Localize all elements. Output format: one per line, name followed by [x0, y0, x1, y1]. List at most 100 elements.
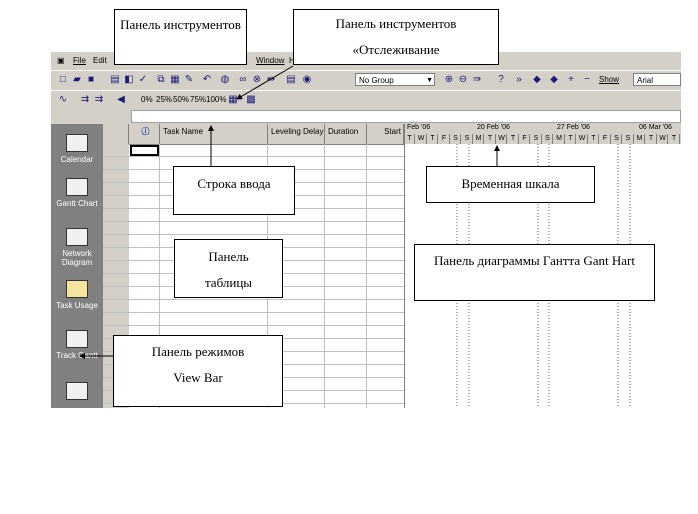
print-icon[interactable]: ▤: [109, 74, 121, 86]
timescale-week: 27 Feb '06: [557, 124, 590, 131]
view-gantt-chart-label: Gantt Chart: [56, 199, 98, 208]
column-leveling-delay[interactable]: Leveling Delay: [268, 124, 325, 144]
arrow-right-icon[interactable]: ◆: [548, 74, 560, 86]
column-start[interactable]: Start: [367, 124, 404, 144]
font-select[interactable]: Arial: [633, 73, 681, 86]
new-icon[interactable]: □: [57, 74, 69, 86]
timescale-day: F: [520, 134, 530, 144]
column-task-name[interactable]: Task Name: [160, 124, 268, 144]
timescale-week: 20 Feb '06: [477, 124, 510, 131]
link-tasks-icon[interactable]: ∞: [237, 74, 249, 86]
view-bar: Calendar Gantt Chart Network Diagram Tas…: [51, 124, 103, 408]
callout-table-panel: Панель таблицы: [174, 239, 283, 298]
project-statistics-icon[interactable]: ∿: [57, 94, 69, 106]
twenty-five-percent-button[interactable]: 25%: [156, 95, 172, 104]
group-select-value: No Group: [359, 76, 394, 85]
column-divider: [366, 144, 367, 408]
add-progress-line-icon[interactable]: ◀: [115, 94, 127, 106]
view-gantt-chart[interactable]: Gantt Chart: [51, 178, 103, 208]
reschedule-work-icon[interactable]: ⇉: [93, 94, 105, 106]
timescale-week: Feb '06: [407, 124, 431, 131]
view-tracking-gantt-label: Track Gantt: [56, 351, 98, 360]
timescale-day: W: [497, 134, 507, 144]
undo-icon[interactable]: ↶: [201, 74, 213, 86]
timescale-day: S: [451, 134, 461, 144]
spelling-icon[interactable]: ✓: [137, 74, 149, 86]
timescale-day: S: [624, 134, 634, 144]
save-icon[interactable]: ■: [85, 74, 97, 86]
view-calendar[interactable]: Calendar: [51, 134, 103, 164]
help-icon[interactable]: ?: [495, 74, 507, 86]
zoom-out-icon[interactable]: ⊖: [457, 74, 469, 86]
format-painter-icon[interactable]: ✎: [183, 74, 195, 86]
print-preview-icon[interactable]: ◧: [123, 74, 135, 86]
split-task-icon[interactable]: ⇹: [265, 74, 277, 86]
timescale-day: W: [578, 134, 588, 144]
view-task-usage[interactable]: Task Usage: [51, 280, 103, 310]
timescale-day: T: [405, 134, 415, 144]
arrow-left-icon[interactable]: ◆: [531, 74, 543, 86]
more-buttons-icon[interactable]: »: [513, 74, 525, 86]
gantt-chart-icon: [66, 178, 88, 196]
timescale-day: T: [566, 134, 576, 144]
callout-gantt-panel: Панель диаграммы Гантта Gant Hart: [414, 244, 655, 301]
update-as-scheduled-icon[interactable]: ⇉: [79, 94, 91, 106]
view-task-usage-label: Task Usage: [56, 301, 98, 310]
callout-view-bar: Панель режимов View Bar: [113, 335, 283, 407]
view-resource-graph[interactable]: [51, 382, 103, 403]
open-icon[interactable]: ▰: [71, 74, 83, 86]
callout-entry-bar: Строка ввода: [173, 166, 295, 215]
info-icon[interactable]: ⓘ: [129, 124, 160, 144]
network-diagram-icon: [66, 228, 88, 246]
zero-percent-button[interactable]: 0%: [141, 95, 153, 104]
menu-file[interactable]: File: [73, 56, 86, 65]
callout-tracking-toolbar: Панель инструментов «Отслеживание: [293, 9, 499, 65]
show-button[interactable]: Show: [599, 75, 619, 84]
fifty-percent-button[interactable]: 50%: [173, 95, 189, 104]
timescale-day: T: [670, 134, 680, 144]
view-tracking-gantt[interactable]: Track Gantt: [51, 330, 103, 360]
globe-icon[interactable]: ◍: [219, 74, 231, 86]
menu-edit[interactable]: Edit: [93, 56, 107, 65]
corner-cell[interactable]: [103, 124, 129, 144]
unlink-tasks-icon[interactable]: ⊗: [251, 74, 263, 86]
plus-icon[interactable]: +: [565, 74, 577, 86]
update-tasks-icon[interactable]: ▦: [227, 94, 239, 106]
app-icon[interactable]: ▣: [57, 56, 65, 65]
column-divider: [324, 144, 325, 408]
menu-window[interactable]: Window: [256, 56, 284, 65]
font-select-value: Arial: [637, 76, 654, 85]
go-to-task-icon[interactable]: ⇛: [471, 74, 483, 86]
seventy-five-percent-button[interactable]: 75%: [190, 95, 206, 104]
standard-toolbar: □ ▰ ■ ▤ ◧ ✓ ⧉ ▦ ✎ ↶ ◍ ∞ ⊗ ⇹ ▤ ◉ No Group…: [51, 70, 681, 91]
group-select[interactable]: No Group ▼: [355, 73, 435, 86]
timescale-day: M: [635, 134, 645, 144]
timescale-day: T: [486, 134, 496, 144]
timescale-day: S: [543, 134, 553, 144]
hundred-percent-button[interactable]: 100%: [206, 95, 226, 104]
timescale-week: 06 Mar '06: [639, 124, 672, 131]
task-information-icon[interactable]: ▤: [285, 74, 297, 86]
tracking-toolbar: ∿ ⇉ ⇉ ◀ 0% 25% 50% 75% 100% ▦ ▩: [51, 90, 681, 111]
zoom-in-icon[interactable]: ⊕: [443, 74, 455, 86]
entry-bar: [51, 110, 681, 124]
entry-input[interactable]: [131, 110, 681, 123]
timescale: Feb '06 20 Feb '06 27 Feb '06 06 Mar '06…: [405, 124, 681, 144]
notes-icon[interactable]: ◉: [301, 74, 313, 86]
column-duration[interactable]: Duration: [325, 124, 367, 144]
tracking-gantt-icon: [66, 330, 88, 348]
timescale-day: T: [647, 134, 657, 144]
minus-icon[interactable]: −: [581, 74, 593, 86]
view-network-diagram[interactable]: Network Diagram: [51, 228, 103, 267]
copy-icon[interactable]: ⧉: [155, 74, 167, 86]
timescale-day: F: [440, 134, 450, 144]
view-network-diagram-label: Network Diagram: [61, 249, 93, 267]
timescale-day: W: [417, 134, 427, 144]
timescale-day: F: [601, 134, 611, 144]
timescale-day: S: [463, 134, 473, 144]
selected-cell[interactable]: [130, 145, 159, 156]
table-header: ⓘ Task Name Leveling Delay Duration Star…: [103, 124, 404, 145]
paste-icon[interactable]: ▦: [169, 74, 181, 86]
workgroup-icon[interactable]: ▩: [245, 94, 257, 106]
timescale-day: M: [474, 134, 484, 144]
